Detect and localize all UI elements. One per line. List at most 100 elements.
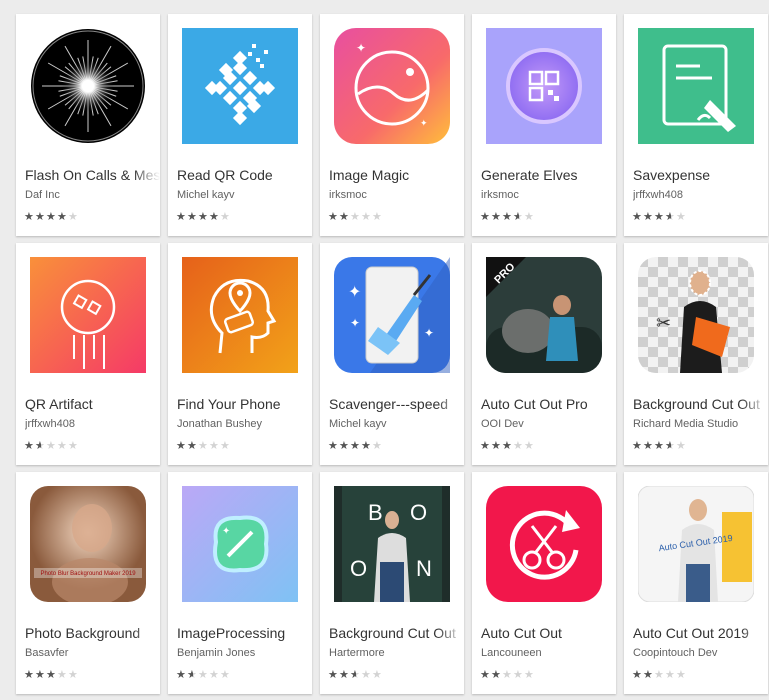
star-icon: ★★: [176, 440, 187, 452]
star-icon: ★★: [57, 440, 68, 452]
star-icon: ★★: [643, 211, 654, 223]
app-title[interactable]: Find Your Phone: [177, 396, 312, 412]
landscape-gradient-icon[interactable]: ✦ ✦: [334, 28, 450, 144]
app-developer[interactable]: irksmoc: [329, 189, 460, 201]
star-icon: ★★: [372, 211, 383, 223]
app-card-auto-cut-out-pro[interactable]: PROAuto Cut Out ProOOI Dev★★★★★★★★★★: [472, 243, 616, 465]
app-card-imageprocessing[interactable]: ✦ImageProcessingBenjamin Jones★★★★★★★★★★: [168, 472, 312, 694]
app-title[interactable]: Generate Elves: [481, 167, 616, 183]
app-title[interactable]: Image Magic: [329, 167, 464, 183]
star-icon: ★★: [35, 211, 46, 223]
star-rating: ★★★★★★★★★★: [632, 212, 687, 226]
app-grid: Flash On Calls & MessagesDaf Inc★★★★★★★★…: [16, 14, 768, 694]
app-developer[interactable]: Daf Inc: [25, 189, 156, 201]
star-icon: ★★: [57, 211, 68, 223]
app-card-background-cut-out[interactable]: BO ON Background Cut Out Hartermore ★ ★ ★ ★ ★ ★…: [320, 472, 464, 694]
svg-text:✦: ✦: [420, 118, 428, 128]
app-developer[interactable]: Lancouneen: [481, 647, 612, 659]
app-developer[interactable]: Basavfer: [25, 647, 156, 659]
svg-text:✂: ✂: [656, 313, 671, 333]
magic-wand-blob-icon[interactable]: ✦: [182, 486, 298, 602]
star-rating: ★★★★★★★★★★: [176, 670, 231, 684]
auto-cut-out-2019-poster-icon[interactable]: Auto Cut Out 2019: [638, 486, 754, 602]
head-location-icon[interactable]: [182, 257, 298, 373]
photo-woman-elephant-icon[interactable]: PRO: [486, 257, 602, 373]
app-title[interactable]: Auto Cut Out: [481, 625, 616, 641]
scissors-refresh-icon[interactable]: [486, 486, 602, 602]
svg-text:✦: ✦: [350, 316, 360, 330]
app-developer[interactable]: Hartermore: [329, 647, 460, 659]
app-developer[interactable]: Benjamin Jones: [177, 647, 308, 659]
star-rating: ★★★★★★★★★★: [24, 670, 79, 684]
app-developer[interactable]: Richard Media Studio: [633, 418, 764, 430]
star-icon: ★★: [632, 440, 643, 452]
star-icon: ★★: [198, 440, 209, 452]
star-icon: ★★: [502, 211, 513, 223]
app-card-auto-cut-out-2019[interactable]: Auto Cut Out 2019 Auto Cut Out 2019 Coopin…: [624, 472, 768, 694]
app-title[interactable]: Photo Background: [25, 625, 160, 641]
app-developer[interactable]: OOI Dev: [481, 418, 612, 430]
app-developer[interactable]: Coopintouch Dev: [633, 647, 764, 659]
app-title[interactable]: Background Cut Out: [329, 625, 464, 641]
app-developer[interactable]: jrffxwh408: [633, 189, 764, 201]
star-icon: ★★: [187, 669, 198, 681]
star-icon: ★★: [643, 440, 654, 452]
app-title[interactable]: Flash On Calls & Messages: [25, 167, 160, 183]
app-developer[interactable]: Jonathan Bushey: [177, 418, 308, 430]
app-card-photo-background[interactable]: Photo Blur Background Maker 2019 Photo Ba…: [16, 472, 160, 694]
star-icon: ★★: [513, 440, 524, 452]
qr-circle-icon[interactable]: [486, 28, 602, 144]
app-card-flash-on-calls-messages[interactable]: Flash On Calls & MessagesDaf Inc★★★★★★★★…: [16, 14, 160, 236]
star-icon: ★★: [524, 211, 535, 223]
app-card-read-qr-code[interactable]: Read QR CodeMichel kayv★★★★★★★★★★: [168, 14, 312, 236]
star-icon: ★★: [209, 669, 220, 681]
star-icon: ★★: [513, 211, 524, 223]
star-icon: ★★: [513, 669, 524, 681]
svg-text:B: B: [368, 500, 383, 525]
app-title[interactable]: Auto Cut Out 2019: [633, 625, 768, 641]
qr-rocket-icon[interactable]: [30, 257, 146, 373]
star-icon: ★★: [68, 211, 79, 223]
star-icon: ★★: [68, 440, 79, 452]
svg-text:✦: ✦: [424, 326, 434, 340]
star-icon: ★★: [350, 669, 361, 681]
app-card-scavenger-speed[interactable]: ✦ ✦ ✦ Scavenger---speed Michel kayv ★ ★ ★ ★ ★ ★ ★ ★ ★…: [320, 243, 464, 465]
star-icon: ★★: [665, 211, 676, 223]
app-title[interactable]: QR Artifact: [25, 396, 160, 412]
app-title[interactable]: Savexpense: [633, 167, 768, 183]
app-title[interactable]: ImageProcessing: [177, 625, 312, 641]
star-rating: ★★★★★★★★★★: [328, 441, 383, 455]
star-icon: ★★: [350, 211, 361, 223]
app-card-background-cut-out[interactable]: ✂ Background Cut Out Richard Media Studio ★…: [624, 243, 768, 465]
app-card-auto-cut-out[interactable]: Auto Cut OutLancouneen★★★★★★★★★★: [472, 472, 616, 694]
flash-star-burst-icon[interactable]: [30, 28, 146, 144]
app-developer[interactable]: Michel kayv: [177, 189, 308, 201]
cutout-woman-icon[interactable]: ✂: [638, 257, 754, 373]
app-title[interactable]: Background Cut Out: [633, 396, 768, 412]
app-card-find-your-phone[interactable]: Find Your PhoneJonathan Bushey★★★★★★★★★★: [168, 243, 312, 465]
star-icon: ★★: [643, 669, 654, 681]
app-card-qr-artifact[interactable]: QR Artifactjrffxwh408★★★★★★★★★★: [16, 243, 160, 465]
app-card-savexpense[interactable]: Savexpensejrffxwh408★★★★★★★★★★: [624, 14, 768, 236]
star-icon: ★★: [654, 440, 665, 452]
phone-broom-icon[interactable]: ✦ ✦ ✦: [334, 257, 450, 373]
star-icon: ★★: [339, 440, 350, 452]
app-developer[interactable]: Michel kayv: [329, 418, 460, 430]
blurred-portrait-icon[interactable]: Photo Blur Background Maker 2019: [30, 486, 146, 602]
app-title[interactable]: Auto Cut Out Pro: [481, 396, 616, 412]
app-card-generate-elves[interactable]: Generate Elvesirksmoc★★★★★★★★★★: [472, 14, 616, 236]
svg-text:✦: ✦: [356, 41, 366, 55]
star-icon: ★★: [220, 440, 231, 452]
app-developer[interactable]: jrffxwh408: [25, 418, 156, 430]
app-title[interactable]: Read QR Code: [177, 167, 312, 183]
star-icon: ★★: [339, 211, 350, 223]
app-title[interactable]: Scavenger---speed: [329, 396, 464, 412]
notebook-pen-icon[interactable]: [638, 28, 754, 144]
app-card-image-magic[interactable]: ✦✦Image Magicirksmoc★★★★★★★★★★: [320, 14, 464, 236]
svg-text:✦: ✦: [348, 284, 361, 301]
qr-diamond-icon[interactable]: [182, 28, 298, 144]
star-icon: ★★: [480, 669, 491, 681]
star-rating: ★★★★★★★★★★: [176, 441, 231, 455]
app-developer[interactable]: irksmoc: [481, 189, 612, 201]
boom-poster-icon[interactable]: B O O N: [334, 486, 450, 602]
